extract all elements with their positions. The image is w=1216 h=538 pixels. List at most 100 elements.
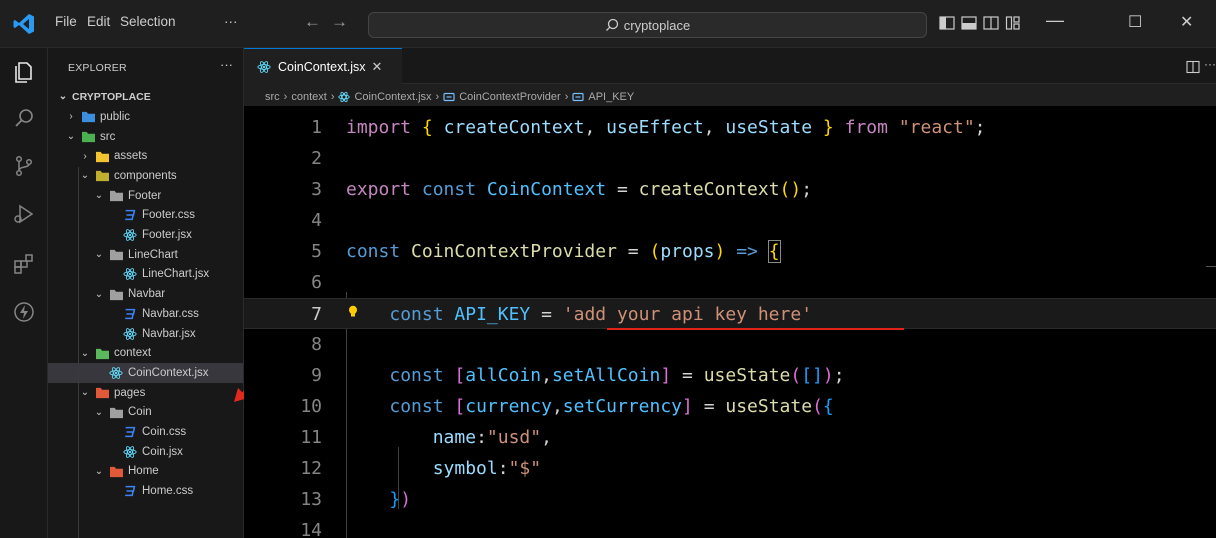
- folder-icon: [80, 110, 96, 124]
- breadcrumb-symbol-apikey[interactable]: API_KEY: [588, 91, 634, 103]
- breadcrumb-separator-icon: ›: [564, 91, 569, 103]
- line-number: 10: [300, 396, 322, 417]
- tree-item-label: Footer: [128, 189, 162, 202]
- react-file-icon: [108, 366, 124, 380]
- menu-file[interactable]: File: [55, 14, 77, 29]
- chevron-down-icon: ⌄: [94, 288, 104, 300]
- editor-tab-bar: CoinContext.jsx ✕ ···: [244, 48, 1216, 84]
- customize-layout-icon[interactable]: [1005, 15, 1021, 31]
- breadcrumb-separator-icon: ›: [330, 91, 335, 103]
- explorer-sidebar: EXPLORER ··· ⌄ CRYPTOPLACE › public ⌄ src › a…: [48, 48, 244, 538]
- minimize-button[interactable]: —: [1046, 10, 1064, 31]
- menu-more[interactable]: ···: [224, 14, 238, 29]
- code-line-11: 11 name:"usd",: [244, 422, 1216, 453]
- menu-edit[interactable]: Edit: [87, 14, 110, 29]
- tree-item-label: Home: [128, 465, 159, 478]
- line-number: 5: [311, 241, 322, 262]
- react-file-icon: [122, 445, 138, 459]
- run-and-debug-icon[interactable]: [12, 202, 36, 226]
- code-line-8: 8: [244, 329, 1216, 360]
- menu-selection[interactable]: Selection: [120, 14, 176, 29]
- tree-item-label: components: [114, 169, 177, 182]
- line-number: 9: [311, 365, 322, 386]
- tree-item-label: assets: [114, 150, 148, 163]
- workspace-section-header[interactable]: ⌄ CRYPTOPLACE: [48, 86, 243, 107]
- line-number: 3: [311, 179, 322, 200]
- code-line-3: 3 export const CoinContext = createConte…: [244, 174, 1216, 205]
- tree-item-label: LineChart: [128, 248, 178, 261]
- folder-icon: [108, 248, 124, 262]
- folder-icon: [94, 149, 110, 163]
- chevron-down-icon: ⌄: [58, 91, 68, 102]
- symbol-variable-icon: [572, 92, 584, 102]
- folder-icon: [80, 130, 96, 144]
- close-button[interactable]: ✕: [1180, 12, 1193, 32]
- forward-arrow-icon[interactable]: →: [331, 12, 348, 32]
- react-file-icon: [122, 327, 138, 341]
- explorer-more-button[interactable]: ···: [220, 57, 233, 72]
- breadcrumb-symbol-provider[interactable]: CoinContextProvider: [459, 91, 561, 103]
- chevron-down-icon: ⌄: [94, 249, 104, 261]
- extensions-icon[interactable]: [12, 252, 36, 276]
- code-line-13: 13 }): [244, 484, 1216, 515]
- folder-icon: [108, 464, 124, 478]
- command-center-search[interactable]: cryptoplace: [368, 12, 927, 38]
- chevron-down-icon: ⌄: [94, 190, 104, 202]
- line-number: 11: [300, 427, 322, 448]
- tree-item-label: src: [100, 130, 116, 143]
- breadcrumb: src › context › CoinContext.jsx › CoinCo…: [265, 88, 634, 106]
- toggle-secondary-sidebar-icon[interactable]: [983, 15, 999, 31]
- maximize-button[interactable]: ☐: [1128, 12, 1142, 32]
- tree-item-label: Footer.css: [142, 209, 196, 222]
- line-number: 2: [311, 148, 322, 169]
- breadcrumb-file[interactable]: CoinContext.jsx: [354, 91, 431, 103]
- tree-item-assets[interactable]: › assets: [48, 146, 243, 166]
- toggle-panel-icon[interactable]: [961, 15, 977, 31]
- react-file-icon: [122, 267, 138, 281]
- tree-item-label: Navbar.css: [142, 307, 199, 320]
- explorer-icon[interactable]: [12, 60, 36, 84]
- line-number: 13: [300, 489, 322, 510]
- chevron-down-icon: ⌄: [94, 465, 104, 477]
- css-file-icon: [122, 425, 138, 439]
- search-text: cryptoplace: [623, 17, 691, 33]
- tree-item-label: LineChart.jsx: [142, 268, 210, 281]
- breadcrumb-context[interactable]: context: [291, 91, 326, 103]
- react-file-icon: [122, 228, 138, 242]
- code-line-4: 4: [244, 205, 1216, 236]
- tree-item-src[interactable]: ⌄ src: [48, 127, 243, 147]
- line-number: 8: [311, 334, 322, 355]
- split-editor-icon[interactable]: [1186, 60, 1200, 74]
- thunder-client-icon[interactable]: [12, 300, 36, 324]
- line-number: 7: [311, 304, 322, 325]
- tab-label: CoinContext.jsx: [278, 59, 366, 74]
- chevron-down-icon: ⌄: [94, 406, 104, 418]
- search-icon[interactable]: [12, 106, 36, 130]
- code-line-10: 10 const [currency,setCurrency] = useSta…: [244, 391, 1216, 422]
- toggle-primary-sidebar-icon[interactable]: [939, 15, 955, 31]
- folder-icon: [108, 287, 124, 301]
- code-editor[interactable]: 1 import { createContext, useEffect, use…: [244, 106, 1216, 538]
- breadcrumb-separator-icon: ›: [435, 91, 440, 103]
- code-line-7: 7 const API_KEY = 'add your api key here…: [244, 298, 1216, 329]
- editor-more-actions[interactable]: ···: [1204, 57, 1216, 71]
- vscode-logo-icon: [13, 14, 34, 34]
- title-bar: File Edit Selection ··· ← → cryptoplace …: [0, 0, 1216, 48]
- tree-item-label: pages: [114, 386, 146, 399]
- folder-icon: [94, 169, 110, 183]
- back-arrow-icon[interactable]: ←: [304, 12, 321, 32]
- tab-close-icon[interactable]: ✕: [372, 59, 383, 75]
- tree-item-label: Coin.jsx: [142, 445, 183, 458]
- source-control-icon[interactable]: [12, 154, 36, 178]
- folder-icon: [108, 405, 124, 419]
- chevron-down-icon: ⌄: [66, 131, 76, 143]
- breadcrumb-src[interactable]: src: [265, 91, 280, 103]
- code-line-9: 9 const [allCoin,setAllCoin] = useState(…: [244, 360, 1216, 391]
- code-line-1: 1 import { createContext, useEffect, use…: [244, 112, 1216, 143]
- css-file-icon: [122, 307, 138, 321]
- tab-coincontext[interactable]: CoinContext.jsx ✕: [244, 48, 402, 84]
- code-line-5: 5 const CoinContextProvider = (props) =>…: [244, 236, 1216, 267]
- line-number: 4: [311, 210, 322, 231]
- tree-item-public[interactable]: › public: [48, 107, 243, 127]
- code-line-14: 14: [244, 515, 1216, 538]
